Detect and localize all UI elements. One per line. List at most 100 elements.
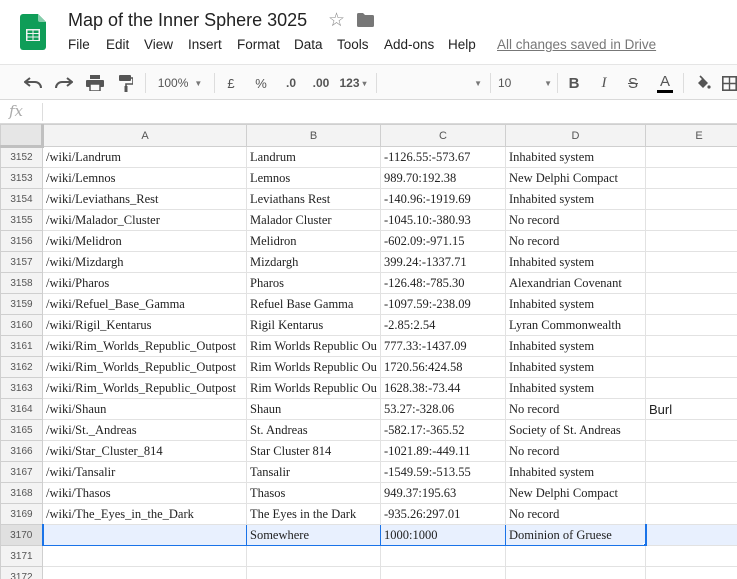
cell-c[interactable]: -2.85:2.54	[380, 314, 506, 336]
select-all-corner[interactable]	[0, 124, 44, 148]
percent-format-button[interactable]: %	[250, 70, 272, 96]
menu-insert[interactable]: Insert	[188, 37, 222, 52]
cell-b[interactable]: Melidron	[246, 230, 381, 252]
cell-e[interactable]	[645, 293, 737, 315]
currency-format-button[interactable]: £	[220, 70, 242, 96]
text-color-button[interactable]: A	[654, 70, 676, 96]
fill-color-button[interactable]	[692, 70, 714, 96]
cell-a[interactable]: /wiki/Landrum	[42, 146, 247, 168]
cell-e[interactable]	[645, 482, 737, 504]
font-size-select[interactable]: 10 ▼	[498, 70, 552, 96]
cell-a[interactable]: /wiki/Malador_Cluster	[42, 209, 247, 231]
cell-c[interactable]: 1000:1000	[380, 524, 506, 546]
cell-b[interactable]: Somewhere	[246, 524, 381, 546]
italic-button[interactable]: I	[593, 70, 615, 96]
cell-a[interactable]: /wiki/Melidron	[42, 230, 247, 252]
row-header[interactable]: 3160	[0, 314, 43, 336]
menu-help[interactable]: Help	[448, 37, 476, 52]
cell-d[interactable]: Inhabited system	[505, 461, 646, 483]
cell-b[interactable]	[246, 566, 381, 579]
cell-d[interactable]: Inhabited system	[505, 251, 646, 273]
cell-a[interactable]: /wiki/Shaun	[42, 398, 247, 420]
row-header[interactable]: 3152	[0, 146, 43, 168]
decrease-decimals-button[interactable]: .0	[278, 70, 304, 96]
cell-e[interactable]	[645, 419, 737, 441]
cell-d[interactable]: No record	[505, 209, 646, 231]
cell-d[interactable]: Inhabited system	[505, 146, 646, 168]
cell-c[interactable]: 1720.56:424.58	[380, 356, 506, 378]
cell-e[interactable]: Burl	[645, 398, 737, 420]
strikethrough-button[interactable]: S	[622, 70, 644, 96]
cell-c[interactable]: 399.24:-1337.71	[380, 251, 506, 273]
row-header[interactable]: 3159	[0, 293, 43, 315]
cell-d[interactable]: Inhabited system	[505, 293, 646, 315]
cell-c[interactable]: -1021.89:-449.11	[380, 440, 506, 462]
menu-view[interactable]: View	[144, 37, 173, 52]
cell-e[interactable]	[645, 188, 737, 210]
cell-b[interactable]: The Eyes in the Dark	[246, 503, 381, 525]
cell-e[interactable]	[645, 146, 737, 168]
cell-d[interactable]: New Delphi Compact	[505, 482, 646, 504]
cell-d[interactable]	[505, 566, 646, 579]
cell-c[interactable]: -1549.59:-513.55	[380, 461, 506, 483]
cell-e[interactable]	[645, 566, 737, 579]
cell-d[interactable]: No record	[505, 440, 646, 462]
cell-a[interactable]	[41, 524, 247, 546]
cell-a[interactable]: /wiki/Star_Cluster_814	[42, 440, 247, 462]
folder-icon[interactable]	[357, 13, 374, 27]
cell-c[interactable]: -1097.59:-238.09	[380, 293, 506, 315]
cell-a[interactable]: /wiki/Pharos	[42, 272, 247, 294]
row-header[interactable]: 3171	[0, 545, 43, 567]
cell-c[interactable]: -602.09:-971.15	[380, 230, 506, 252]
cell-b[interactable]	[246, 545, 381, 567]
cell-d[interactable]: Lyran Commonwealth	[505, 314, 646, 336]
cell-d[interactable]: Inhabited system	[505, 377, 646, 399]
cell-e[interactable]	[645, 461, 737, 483]
cell-d[interactable]: Inhabited system	[505, 335, 646, 357]
row-header[interactable]: 3168	[0, 482, 43, 504]
cell-a[interactable]: /wiki/Mizdargh	[42, 251, 247, 273]
cell-c[interactable]: 53.27:-328.06	[380, 398, 506, 420]
cell-d[interactable]: No record	[505, 503, 646, 525]
cell-e[interactable]	[645, 272, 737, 294]
cell-e[interactable]	[645, 356, 737, 378]
star-icon[interactable]: ☆	[328, 9, 345, 32]
cell-c[interactable]: -1126.55:-573.67	[380, 146, 506, 168]
cell-e[interactable]	[645, 209, 737, 231]
cell-a[interactable]	[42, 545, 247, 567]
cell-d[interactable]: Inhabited system	[505, 188, 646, 210]
cell-e[interactable]	[645, 251, 737, 273]
column-header-c[interactable]: C	[380, 124, 506, 147]
cell-a[interactable]	[42, 566, 247, 579]
cell-b[interactable]: Shaun	[246, 398, 381, 420]
cell-c[interactable]: 1628.38:-73.44	[380, 377, 506, 399]
cell-d[interactable]: Inhabited system	[505, 356, 646, 378]
font-family-select[interactable]: ▼	[382, 70, 482, 96]
cell-e[interactable]	[645, 335, 737, 357]
cell-b[interactable]: Star Cluster 814	[246, 440, 381, 462]
row-header[interactable]: 3167	[0, 461, 43, 483]
row-header[interactable]: 3162	[0, 356, 43, 378]
row-header[interactable]: 3164	[0, 398, 43, 420]
row-header[interactable]: 3155	[0, 209, 43, 231]
cell-b[interactable]: Malador Cluster	[246, 209, 381, 231]
cell-b[interactable]: St. Andreas	[246, 419, 381, 441]
row-header[interactable]: 3169	[0, 503, 43, 525]
column-header-e[interactable]: E	[645, 124, 737, 147]
menu-tools[interactable]: Tools	[337, 37, 369, 52]
row-header[interactable]: 3158	[0, 272, 43, 294]
cell-c[interactable]: 989.70:192.38	[380, 167, 506, 189]
print-button[interactable]	[82, 70, 108, 96]
cell-d[interactable]: No record	[505, 230, 646, 252]
cell-a[interactable]: /wiki/Rim_Worlds_Republic_Outpost	[42, 335, 247, 357]
cell-c[interactable]	[380, 566, 506, 579]
row-header[interactable]: 3154	[0, 188, 43, 210]
menu-addons[interactable]: Add-ons	[384, 37, 434, 52]
cell-c[interactable]: -140.96:-1919.69	[380, 188, 506, 210]
cell-e[interactable]	[645, 440, 737, 462]
cell-a[interactable]: /wiki/Thasos	[42, 482, 247, 504]
column-header-a[interactable]: A	[42, 124, 247, 147]
menu-file[interactable]: File	[68, 37, 90, 52]
save-status-link[interactable]: All changes saved in Drive	[497, 37, 656, 52]
cell-c[interactable]: -126.48:-785.30	[380, 272, 506, 294]
